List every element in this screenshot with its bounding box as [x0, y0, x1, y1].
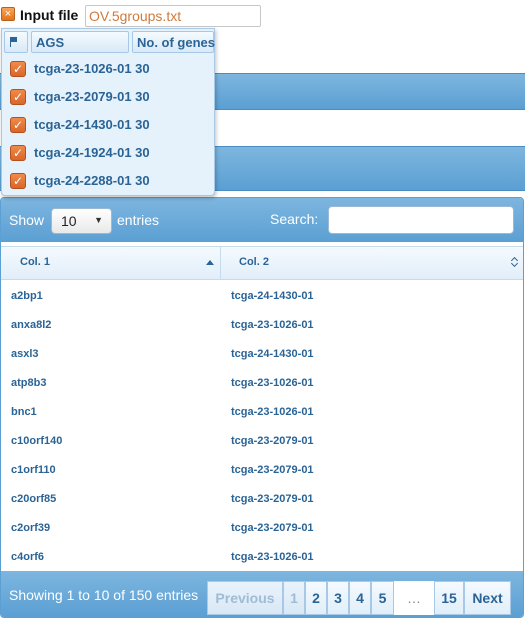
input-file-row: × Input file	[0, 2, 280, 28]
table-cell: c20orf85	[11, 493, 57, 505]
group-item[interactable]: ✓ tcga-24-2288-01 30	[2, 167, 214, 195]
table-cell: tcga-23-2079-01	[231, 522, 314, 534]
table-cell: atp8b3	[11, 377, 47, 389]
checkbox-checked[interactable]: ✓	[10, 61, 26, 77]
table-row[interactable]: asxl3 tcga-24-1430-01	[1, 340, 523, 369]
table-cell: tcga-23-1026-01	[231, 406, 314, 418]
table-row[interactable]: c10orf140 tcga-23-2079-01	[1, 427, 523, 456]
group-label: tcga-24-1430-01 30	[34, 117, 150, 132]
table-row[interactable]: atp8b3 tcga-23-1026-01	[1, 369, 523, 398]
group-label: tcga-23-2079-01 30	[34, 89, 150, 104]
ags-column-header[interactable]: AGS	[31, 31, 129, 53]
search-label: Search:	[270, 211, 319, 227]
column-header-label: Col. 2	[239, 256, 269, 268]
table-row[interactable]: c20orf85 tcga-23-2079-01	[1, 485, 523, 514]
page-button-3[interactable]: 3	[327, 581, 349, 615]
flag-column-header[interactable]	[4, 31, 28, 53]
table-cell: c10orf140	[11, 435, 63, 447]
table-cell: c2orf39	[11, 522, 51, 534]
sort-both-icon	[511, 256, 519, 268]
table-info: Showing 1 to 10 of 150 entries	[9, 587, 199, 603]
table-row[interactable]: c1orf110 tcga-23-2079-01	[1, 456, 523, 485]
sort-ascending-icon	[206, 260, 214, 265]
table-cell: tcga-24-1430-01	[231, 290, 314, 302]
table-row[interactable]: c2orf39 tcga-23-2079-01	[1, 514, 523, 543]
group-label: tcga-23-1026-01 30	[34, 61, 150, 76]
table-row[interactable]: c4orf6 tcga-23-1026-01	[1, 543, 523, 572]
table-cell: tcga-23-2079-01	[231, 493, 314, 505]
table-cell: tcga-24-1430-01	[231, 348, 314, 360]
groups-dropdown: AGS No. of genes ✓ tcga-23-1026-01 30 ✓ …	[1, 28, 215, 196]
collapse-toggle-icon[interactable]: ×	[1, 7, 15, 21]
table-cell: tcga-23-1026-01	[231, 377, 314, 389]
flag-icon	[9, 37, 19, 47]
table-cell: tcga-23-2079-01	[231, 435, 314, 447]
input-file-field[interactable]	[85, 5, 261, 27]
table-row[interactable]: bnc1 tcga-23-1026-01	[1, 398, 523, 427]
checkbox-checked[interactable]: ✓	[10, 145, 26, 161]
table-cell: c4orf6	[11, 551, 45, 563]
pagination: Previous 1 2 3 4 5 … 15 Next	[207, 581, 515, 615]
table-footer: Showing 1 to 10 of 150 entries Previous …	[1, 571, 523, 617]
checkbox-checked[interactable]: ✓	[10, 173, 26, 189]
table-row[interactable]: anxa8l2 tcga-23-1026-01	[1, 311, 523, 340]
page-button-2[interactable]: 2	[305, 581, 327, 615]
column-header-col2[interactable]: Col. 2	[221, 247, 523, 279]
table-cell: tcga-23-1026-01	[231, 319, 314, 331]
input-file-label: Input file	[20, 7, 79, 23]
next-button[interactable]: Next	[464, 581, 511, 615]
entries-label: entries	[117, 212, 160, 228]
table-cell: anxa8l2	[11, 319, 52, 331]
data-table: Show 10 ▼ entries Search: Col. 1 Col. 2 …	[0, 197, 524, 618]
column-header-col1[interactable]: Col. 1	[2, 247, 221, 279]
group-label: tcga-24-2288-01 30	[34, 173, 150, 188]
table-cell: c1orf110	[11, 464, 56, 476]
page-size-select[interactable]: 10 ▼	[51, 208, 112, 234]
table-cell: tcga-23-1026-01	[231, 551, 314, 563]
chevron-down-icon: ▼	[94, 215, 103, 225]
table-header: Col. 1 Col. 2	[1, 246, 523, 280]
group-label: tcga-24-1924-01 30	[34, 145, 150, 160]
page-size-value: 10	[61, 213, 77, 229]
previous-button[interactable]: Previous	[207, 581, 283, 615]
column-header-label: Col. 1	[20, 256, 50, 268]
group-item[interactable]: ✓ tcga-24-1924-01 30	[2, 139, 214, 167]
table-toolbar: Show 10 ▼ entries Search:	[1, 198, 523, 242]
checkbox-checked[interactable]: ✓	[10, 117, 26, 133]
group-item[interactable]: ✓ tcga-23-1026-01 30	[2, 55, 214, 83]
table-cell: a2bp1	[11, 290, 43, 302]
group-item[interactable]: ✓ tcga-23-2079-01 30	[2, 83, 214, 111]
num-genes-column-header[interactable]: No. of genes	[132, 31, 215, 53]
show-label: Show	[9, 212, 45, 228]
groups-header: AGS No. of genes	[4, 31, 215, 53]
table-cell: asxl3	[11, 348, 39, 360]
page-button-4[interactable]: 4	[349, 581, 371, 615]
page-button-15[interactable]: 15	[434, 581, 464, 615]
table-cell: tcga-23-2079-01	[231, 464, 314, 476]
pagination-ellipsis: …	[394, 581, 434, 615]
search-input[interactable]	[328, 206, 514, 234]
page-button-1[interactable]: 1	[283, 581, 305, 615]
page-button-5[interactable]: 5	[371, 581, 394, 615]
group-item[interactable]: ✓ tcga-24-1430-01 30	[2, 111, 214, 139]
checkbox-checked[interactable]: ✓	[10, 89, 26, 105]
table-cell: bnc1	[11, 406, 37, 418]
table-row[interactable]: a2bp1 tcga-24-1430-01	[1, 282, 523, 311]
